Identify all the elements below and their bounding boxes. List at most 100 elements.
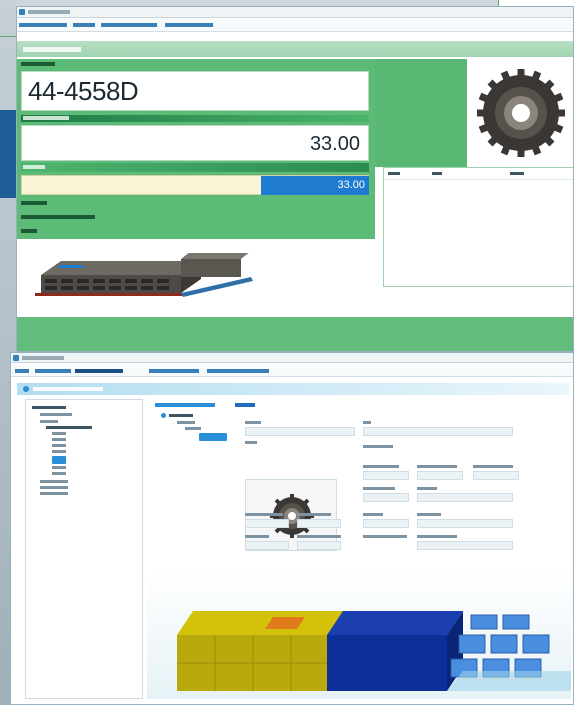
right-label-1 — [363, 421, 371, 424]
part-image-panel — [467, 59, 573, 167]
gear-image-2 — [270, 494, 314, 538]
menu-bar — [17, 19, 573, 32]
kitting-window: 44-4558D 33.00 33.00 — [16, 6, 574, 352]
tree-item-6[interactable] — [52, 438, 66, 441]
lower-field-8[interactable] — [417, 541, 513, 550]
menu-item-1[interactable] — [19, 23, 67, 27]
detail-panel — [147, 399, 571, 569]
right-field-7[interactable] — [417, 493, 513, 502]
lower-field-3[interactable] — [363, 519, 409, 528]
lower-field-4[interactable] — [417, 519, 513, 528]
menu-item-b[interactable] — [35, 369, 71, 373]
menu-bar-2 — [11, 365, 573, 377]
banner-icon — [23, 386, 29, 392]
right-label-7 — [417, 487, 437, 490]
tree-item-8[interactable] — [52, 450, 66, 453]
lower-label-8 — [417, 535, 457, 538]
storage-3d-view — [177, 611, 571, 691]
grid-col-1 — [388, 172, 400, 175]
menu-item-d[interactable] — [149, 369, 199, 373]
status-tile — [375, 59, 467, 167]
grid-col-2 — [432, 172, 442, 175]
quantity-box: 33.00 — [21, 125, 369, 161]
footer-panel — [17, 317, 573, 351]
tree-item-1[interactable] — [32, 406, 66, 409]
tree-item-9[interactable] — [52, 466, 66, 469]
folder-tree — [25, 399, 143, 699]
lower-label-3 — [363, 513, 383, 516]
right-label-6 — [363, 487, 395, 490]
quantity-input[interactable]: 33.00 — [261, 176, 369, 195]
banner-title-2 — [33, 387, 103, 391]
rack-visualization — [35, 253, 253, 297]
screen-banner — [17, 41, 573, 57]
lower-label-6 — [297, 535, 341, 538]
right-label-2 — [363, 445, 393, 448]
lower-label-4 — [417, 513, 441, 516]
detail-selected[interactable] — [199, 433, 227, 441]
tab-2[interactable] — [235, 403, 255, 407]
quantity-label-bar — [21, 115, 369, 122]
tree-item-11[interactable] — [40, 480, 68, 483]
lower-field-1[interactable] — [245, 519, 289, 528]
tree-item-12[interactable] — [40, 486, 68, 489]
right-field-1[interactable] — [363, 427, 513, 436]
screen-banner-2 — [17, 383, 569, 395]
lower-label-5 — [245, 535, 269, 538]
scan-label — [23, 165, 45, 169]
field-1[interactable] — [245, 427, 355, 436]
title-bar — [17, 7, 573, 18]
tree-item-3[interactable] — [40, 420, 58, 423]
title-text-2 — [22, 356, 64, 360]
menu-item-c[interactable] — [75, 369, 123, 373]
lower-label-7 — [363, 535, 407, 538]
menu-item-4[interactable] — [165, 23, 213, 27]
menu-item-e[interactable] — [207, 369, 269, 373]
lower-field-5[interactable] — [245, 541, 289, 550]
detail-heading — [169, 414, 193, 417]
grid-col-3 — [510, 172, 524, 175]
tree-item-13[interactable] — [40, 492, 68, 495]
tree-item-selected[interactable] — [52, 456, 66, 464]
right-label-3 — [363, 465, 399, 468]
location-label — [21, 201, 47, 205]
menu-item-a[interactable] — [15, 369, 29, 373]
detail-sublabel-1 — [177, 421, 195, 424]
tree-item-2[interactable] — [40, 413, 72, 416]
detail-sublabel-2 — [185, 427, 201, 430]
menu-item-3[interactable] — [101, 23, 157, 27]
right-label-5 — [473, 465, 513, 468]
page-edge-accent — [0, 110, 16, 198]
quantity-value: 33.00 — [309, 133, 360, 155]
part-number-box: 44-4558D — [21, 71, 369, 111]
lower-label-2 — [297, 513, 331, 516]
details-grid — [383, 167, 573, 287]
tab-1[interactable] — [155, 403, 215, 407]
part-number-text: 44-4558D — [28, 76, 139, 106]
location-sub — [21, 229, 37, 233]
right-field-5[interactable] — [473, 471, 519, 480]
detail-heading-icon — [161, 413, 166, 418]
quantity-label — [23, 116, 69, 120]
tree-item-4[interactable] — [46, 426, 92, 429]
app-icon-2 — [13, 355, 19, 361]
tree-item-7[interactable] — [52, 444, 66, 447]
part-label — [21, 62, 55, 66]
grid-header — [384, 168, 573, 180]
right-field-6[interactable] — [363, 493, 409, 502]
right-field-3[interactable] — [363, 471, 409, 480]
title-bar-2 — [11, 353, 573, 363]
right-label-4 — [417, 465, 457, 468]
gear-image — [477, 69, 565, 157]
storage-visualization — [147, 571, 571, 699]
lower-field-6[interactable] — [297, 541, 341, 550]
lower-label-1 — [245, 513, 283, 516]
right-field-4[interactable] — [417, 471, 463, 480]
scan-label-bar — [21, 163, 369, 172]
tree-item-10[interactable] — [52, 472, 66, 475]
field-label-2 — [245, 441, 257, 444]
title-text — [28, 10, 70, 14]
menu-item-2[interactable] — [73, 23, 95, 27]
lower-field-2[interactable] — [297, 519, 341, 528]
tree-item-5[interactable] — [52, 432, 66, 435]
